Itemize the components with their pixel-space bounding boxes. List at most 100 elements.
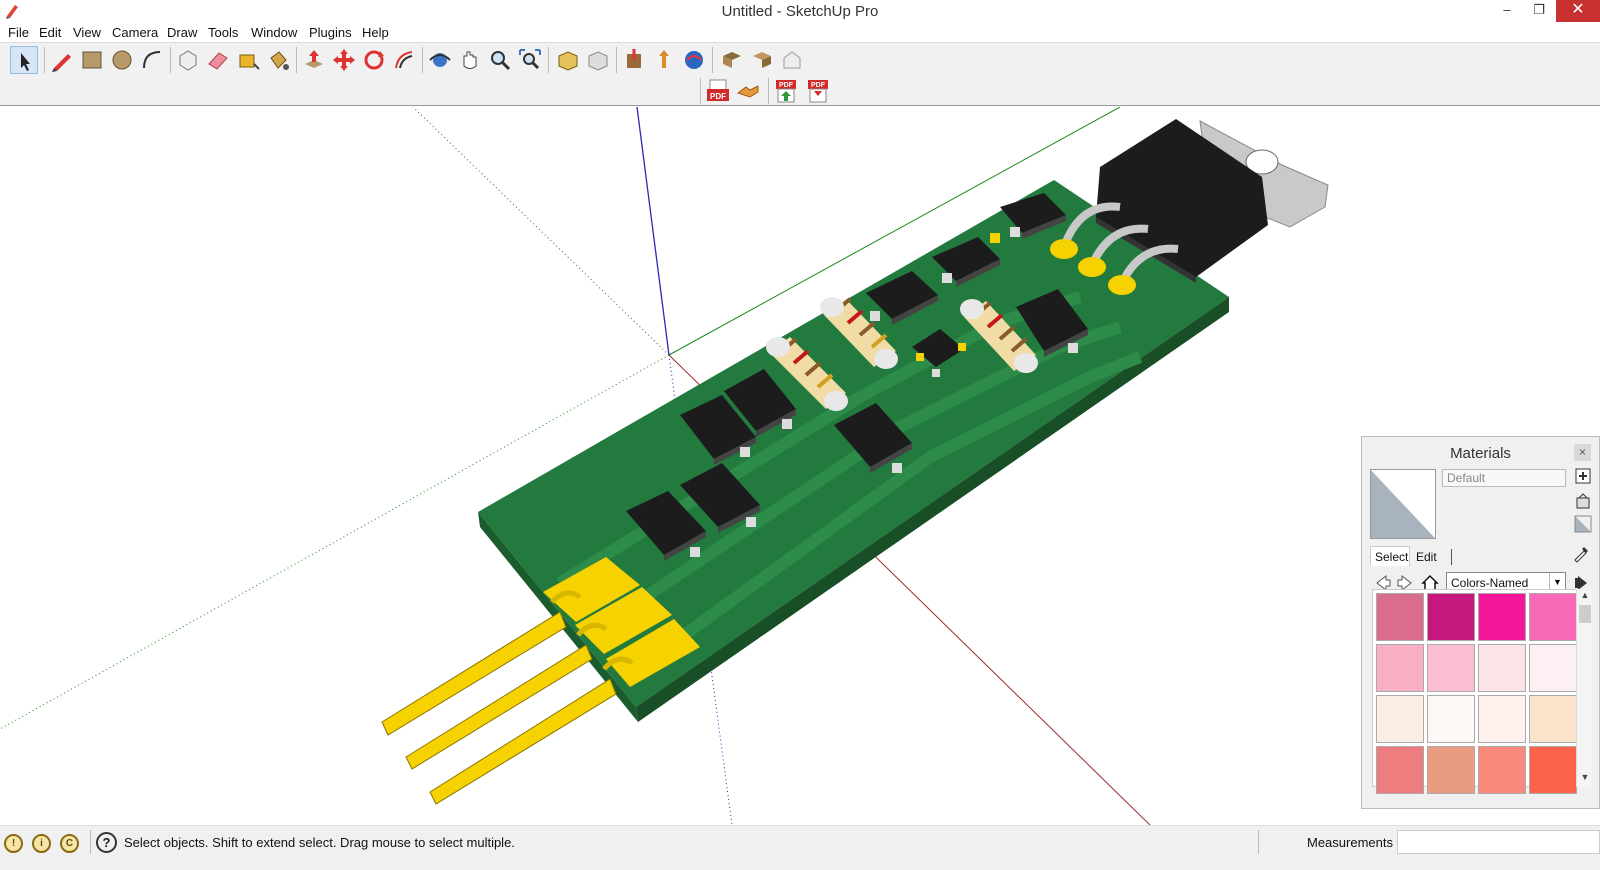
zoom-icon[interactable]: [486, 46, 514, 74]
copyright-icon[interactable]: C: [60, 834, 79, 853]
toggle-terrain-icon[interactable]: [748, 46, 776, 74]
menu-window[interactable]: Window: [251, 25, 297, 40]
orbit-icon[interactable]: [426, 46, 454, 74]
create-material-icon[interactable]: [1574, 467, 1592, 485]
eraser-icon[interactable]: [204, 46, 232, 74]
pdf-import-icon[interactable]: PDF: [772, 77, 800, 105]
pdf-html-icon[interactable]: PDF: [804, 77, 832, 105]
plugin-toolbar: PDF PDF PDF: [0, 76, 1600, 106]
tab-select[interactable]: Select: [1370, 546, 1410, 566]
next-view-icon[interactable]: [584, 46, 612, 74]
material-swatch[interactable]: [1376, 695, 1424, 743]
menu-view[interactable]: View: [73, 25, 101, 40]
material-swatch[interactable]: [1529, 746, 1577, 794]
menu-draw[interactable]: Draw: [167, 25, 197, 40]
material-swatch[interactable]: [1478, 746, 1526, 794]
sample-paint-icon[interactable]: [1574, 492, 1592, 510]
svg-text:PDF: PDF: [710, 92, 726, 101]
status-bar: ! i C ? Select objects. Shift to extend …: [0, 825, 1600, 870]
scroll-down-icon[interactable]: ▼: [1577, 772, 1593, 786]
material-swatch[interactable]: [1427, 695, 1475, 743]
model-canvas[interactable]: [0, 107, 1600, 825]
pencil-line-icon[interactable]: [48, 46, 76, 74]
toolbar-divider: [700, 78, 701, 104]
handshake-icon[interactable]: [734, 77, 762, 105]
material-swatch[interactable]: [1478, 644, 1526, 692]
material-swatch[interactable]: [1427, 644, 1475, 692]
menu-plugins[interactable]: Plugins: [309, 25, 352, 40]
measurements-input[interactable]: [1397, 830, 1600, 854]
rectangle-icon[interactable]: [78, 46, 106, 74]
push-pull-icon[interactable]: [300, 46, 328, 74]
default-material-icon[interactable]: [1574, 515, 1592, 533]
zoom-extents-icon[interactable]: [516, 46, 544, 74]
menu-bar: File Edit View Camera Draw Tools Window …: [0, 23, 1600, 42]
maximize-button[interactable]: ❐: [1522, 0, 1556, 22]
material-swatch[interactable]: [1376, 593, 1424, 641]
arc-icon[interactable]: [138, 46, 166, 74]
material-swatch[interactable]: [1478, 695, 1526, 743]
rotate-icon[interactable]: [360, 46, 388, 74]
share-component-icon[interactable]: [680, 46, 708, 74]
status-divider: [90, 830, 91, 854]
export-pdf-icon[interactable]: PDF: [704, 77, 732, 105]
status-message: Select objects. Shift to extend select. …: [124, 835, 515, 850]
credits-icon[interactable]: i: [32, 834, 51, 853]
geo-location-icon[interactable]: !: [4, 834, 23, 853]
scroll-up-icon[interactable]: ▲: [1577, 590, 1593, 604]
get-models-icon[interactable]: [620, 46, 648, 74]
material-swatch[interactable]: [1529, 695, 1577, 743]
select-tool-icon[interactable]: [10, 46, 38, 74]
circle-icon[interactable]: [108, 46, 136, 74]
materials-title: Materials: [1450, 445, 1511, 462]
measurements-label: Measurements: [1307, 835, 1393, 850]
material-swatch[interactable]: [1427, 746, 1475, 794]
title-bar: Untitled - SketchUp Pro – ❐ ✕: [0, 0, 1600, 23]
window-title: Untitled - SketchUp Pro: [721, 3, 879, 20]
regulator-component[interactable]: [1050, 119, 1329, 295]
previous-view-icon[interactable]: [554, 46, 582, 74]
model-viewport[interactable]: [0, 107, 1600, 825]
paint-bucket-icon[interactable]: [264, 46, 292, 74]
menu-help[interactable]: Help: [362, 25, 389, 40]
close-panel-button[interactable]: ×: [1574, 444, 1591, 461]
offset-icon[interactable]: [390, 46, 418, 74]
svg-text:PDF: PDF: [811, 82, 826, 89]
material-swatch[interactable]: [1427, 593, 1475, 641]
menu-file[interactable]: File: [8, 25, 29, 40]
toolbar-divider: [170, 47, 171, 73]
menu-camera[interactable]: Camera: [112, 25, 158, 40]
materials-panel: Materials × Default Select Edit Colors-N…: [1361, 436, 1600, 809]
menu-edit[interactable]: Edit: [39, 25, 61, 40]
move-icon[interactable]: [330, 46, 358, 74]
tab-divider: [1451, 549, 1452, 565]
library-name: Colors-Named: [1451, 576, 1529, 590]
toolbar-divider: [768, 78, 769, 104]
swatch-scrollbar[interactable]: ▲ ▼: [1576, 589, 1592, 787]
add-location-icon[interactable]: [718, 46, 746, 74]
minimize-button[interactable]: –: [1490, 0, 1524, 22]
scroll-thumb[interactable]: [1579, 605, 1591, 623]
toolbar-divider: [548, 47, 549, 73]
tape-measure-icon[interactable]: [234, 46, 262, 74]
material-swatch-grid: [1372, 589, 1578, 794]
pcb-board[interactable]: [478, 180, 1229, 722]
tab-edit[interactable]: Edit: [1416, 546, 1437, 564]
material-swatch[interactable]: [1529, 593, 1577, 641]
menu-tools[interactable]: Tools: [208, 25, 238, 40]
extension-warehouse-icon[interactable]: [778, 46, 806, 74]
toolbar-divider: [422, 47, 423, 73]
toolbar-divider: [44, 47, 45, 73]
material-name-field[interactable]: Default: [1442, 469, 1566, 487]
pin-leads[interactable]: [381, 590, 634, 805]
help-icon[interactable]: ?: [96, 832, 117, 853]
material-swatch[interactable]: [1529, 644, 1577, 692]
share-model-icon[interactable]: [650, 46, 678, 74]
eyedropper-icon[interactable]: [1572, 543, 1592, 563]
close-button[interactable]: ✕: [1556, 0, 1600, 22]
material-swatch[interactable]: [1478, 593, 1526, 641]
material-swatch[interactable]: [1376, 746, 1424, 794]
pan-icon[interactable]: [456, 46, 484, 74]
make-component-icon[interactable]: [174, 46, 202, 74]
material-swatch[interactable]: [1376, 644, 1424, 692]
